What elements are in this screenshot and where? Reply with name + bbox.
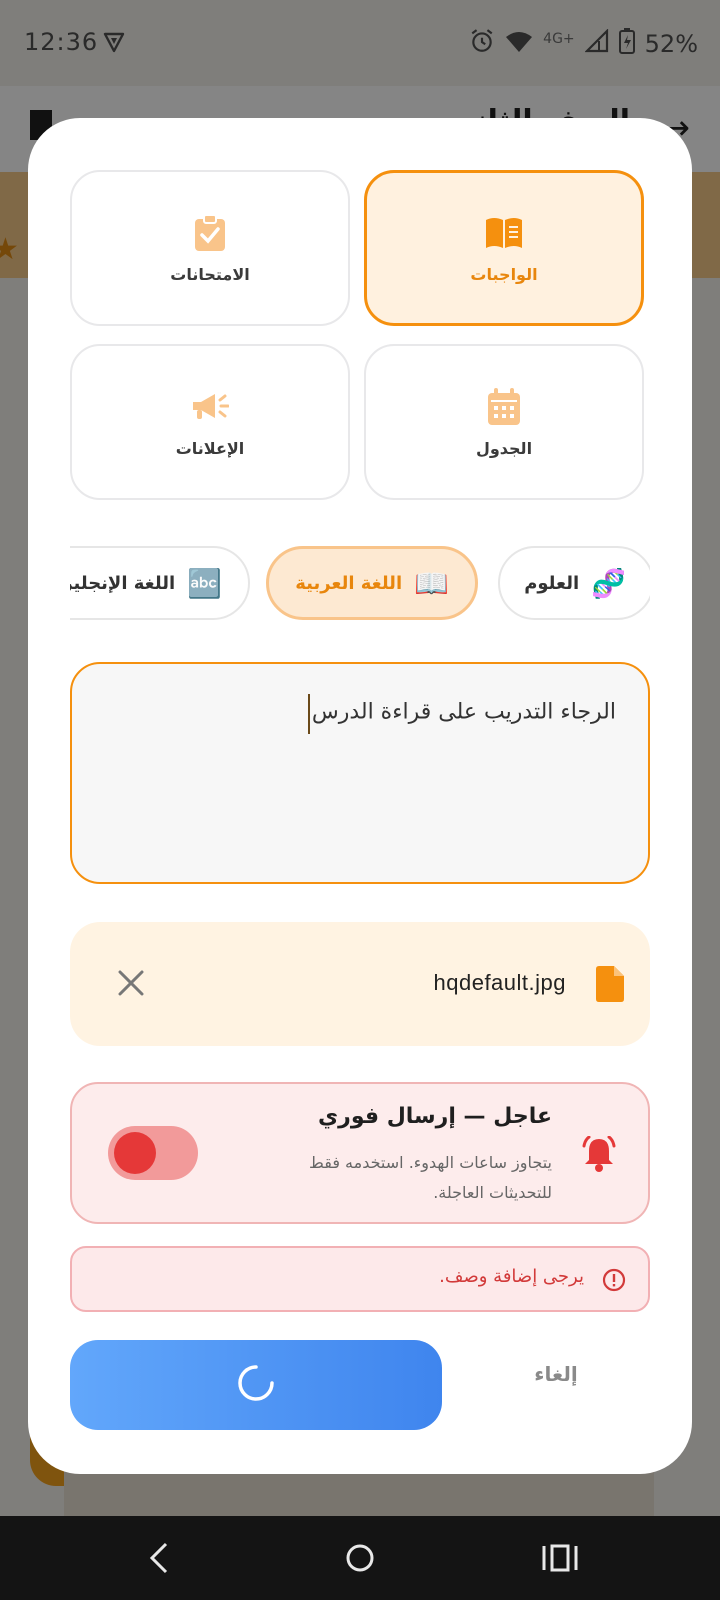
attachment-file-name: hqdefault.jpg <box>433 970 566 995</box>
error-circle-icon <box>602 1268 626 1296</box>
urgent-option: عاجل — إرسال فوري يتجاوز ساعات الهدوء. ا… <box>70 1082 650 1224</box>
signal-icon <box>584 28 609 59</box>
description-text: الرجاء التدريب على قراءة الدرس <box>311 699 616 725</box>
alarm-icon <box>469 28 495 60</box>
attachment-row: hqdefault.jpg <box>70 922 650 1046</box>
vpn-shield-icon <box>102 30 126 58</box>
chip-label: اللغة العربية <box>295 572 403 594</box>
book-open-icon <box>484 213 524 253</box>
battery-percent: 52% <box>644 30 698 58</box>
status-bar: 12:36 4G+ 52% <box>0 0 720 86</box>
text-caret <box>307 694 310 734</box>
nav-home-icon[interactable] <box>340 1538 380 1578</box>
description-input[interactable]: الرجاء التدريب على قراءة الدرس <box>70 662 650 884</box>
wifi-icon <box>505 29 533 59</box>
category-label: الامتحانات <box>170 264 250 284</box>
loading-spinner-icon <box>236 1363 276 1407</box>
category-announcements[interactable]: الإعلانات <box>70 344 350 500</box>
calendar-icon <box>484 387 524 427</box>
open-book-icon: 📖 <box>414 566 449 600</box>
clipboard-check-icon <box>190 213 230 253</box>
network-type: 4G+ <box>543 31 575 47</box>
toggle-knob <box>114 1132 156 1174</box>
dna-icon: 🧬 <box>591 566 626 600</box>
nav-back-icon[interactable] <box>140 1538 180 1578</box>
category-exams[interactable]: الامتحانات <box>70 170 350 326</box>
error-message: يرجى إضافة وصف. <box>439 1266 584 1287</box>
cancel-button[interactable]: إلغاء <box>496 1344 616 1404</box>
category-schedule[interactable]: الجدول <box>364 344 644 500</box>
megaphone-icon <box>190 387 230 427</box>
submit-button[interactable] <box>70 1340 442 1430</box>
error-banner: يرجى إضافة وصف. <box>70 1246 650 1312</box>
status-time: 12:36 <box>24 28 99 56</box>
category-label: الواجبات <box>470 264 538 284</box>
chip-label: العلوم <box>524 572 580 594</box>
create-post-dialog: الواجبات الامتحانات الجدول الإعلانات 🧬 ا… <box>28 118 692 1474</box>
urgent-toggle[interactable] <box>108 1126 198 1180</box>
chip-science[interactable]: 🧬 العلوم <box>498 546 650 620</box>
urgent-subtitle: يتجاوز ساعات الهدوء. استخدمه فقط للتحديث… <box>309 1153 552 1202</box>
chip-english[interactable]: 🔤 اللغة الإنجليزية <box>70 546 250 620</box>
remove-attachment-icon[interactable] <box>116 968 146 998</box>
system-nav-bar <box>0 1516 720 1600</box>
nav-recents-icon[interactable] <box>540 1538 580 1578</box>
abc-icon: 🔤 <box>187 566 222 600</box>
category-label: الجدول <box>475 438 533 458</box>
file-icon <box>596 966 624 1006</box>
subject-chips[interactable]: 🧬 العلوم 📖 اللغة العربية 🔤 اللغة الإنجلي… <box>70 546 650 622</box>
battery-icon <box>618 28 635 60</box>
chip-arabic[interactable]: 📖 اللغة العربية <box>266 546 478 620</box>
chip-label: اللغة الإنجليزية <box>70 572 176 594</box>
category-label: الإعلانات <box>175 438 245 458</box>
bell-ring-icon <box>580 1135 618 1176</box>
urgent-title: عاجل — إرسال فوري <box>318 1104 552 1129</box>
category-homework[interactable]: الواجبات <box>364 170 644 326</box>
